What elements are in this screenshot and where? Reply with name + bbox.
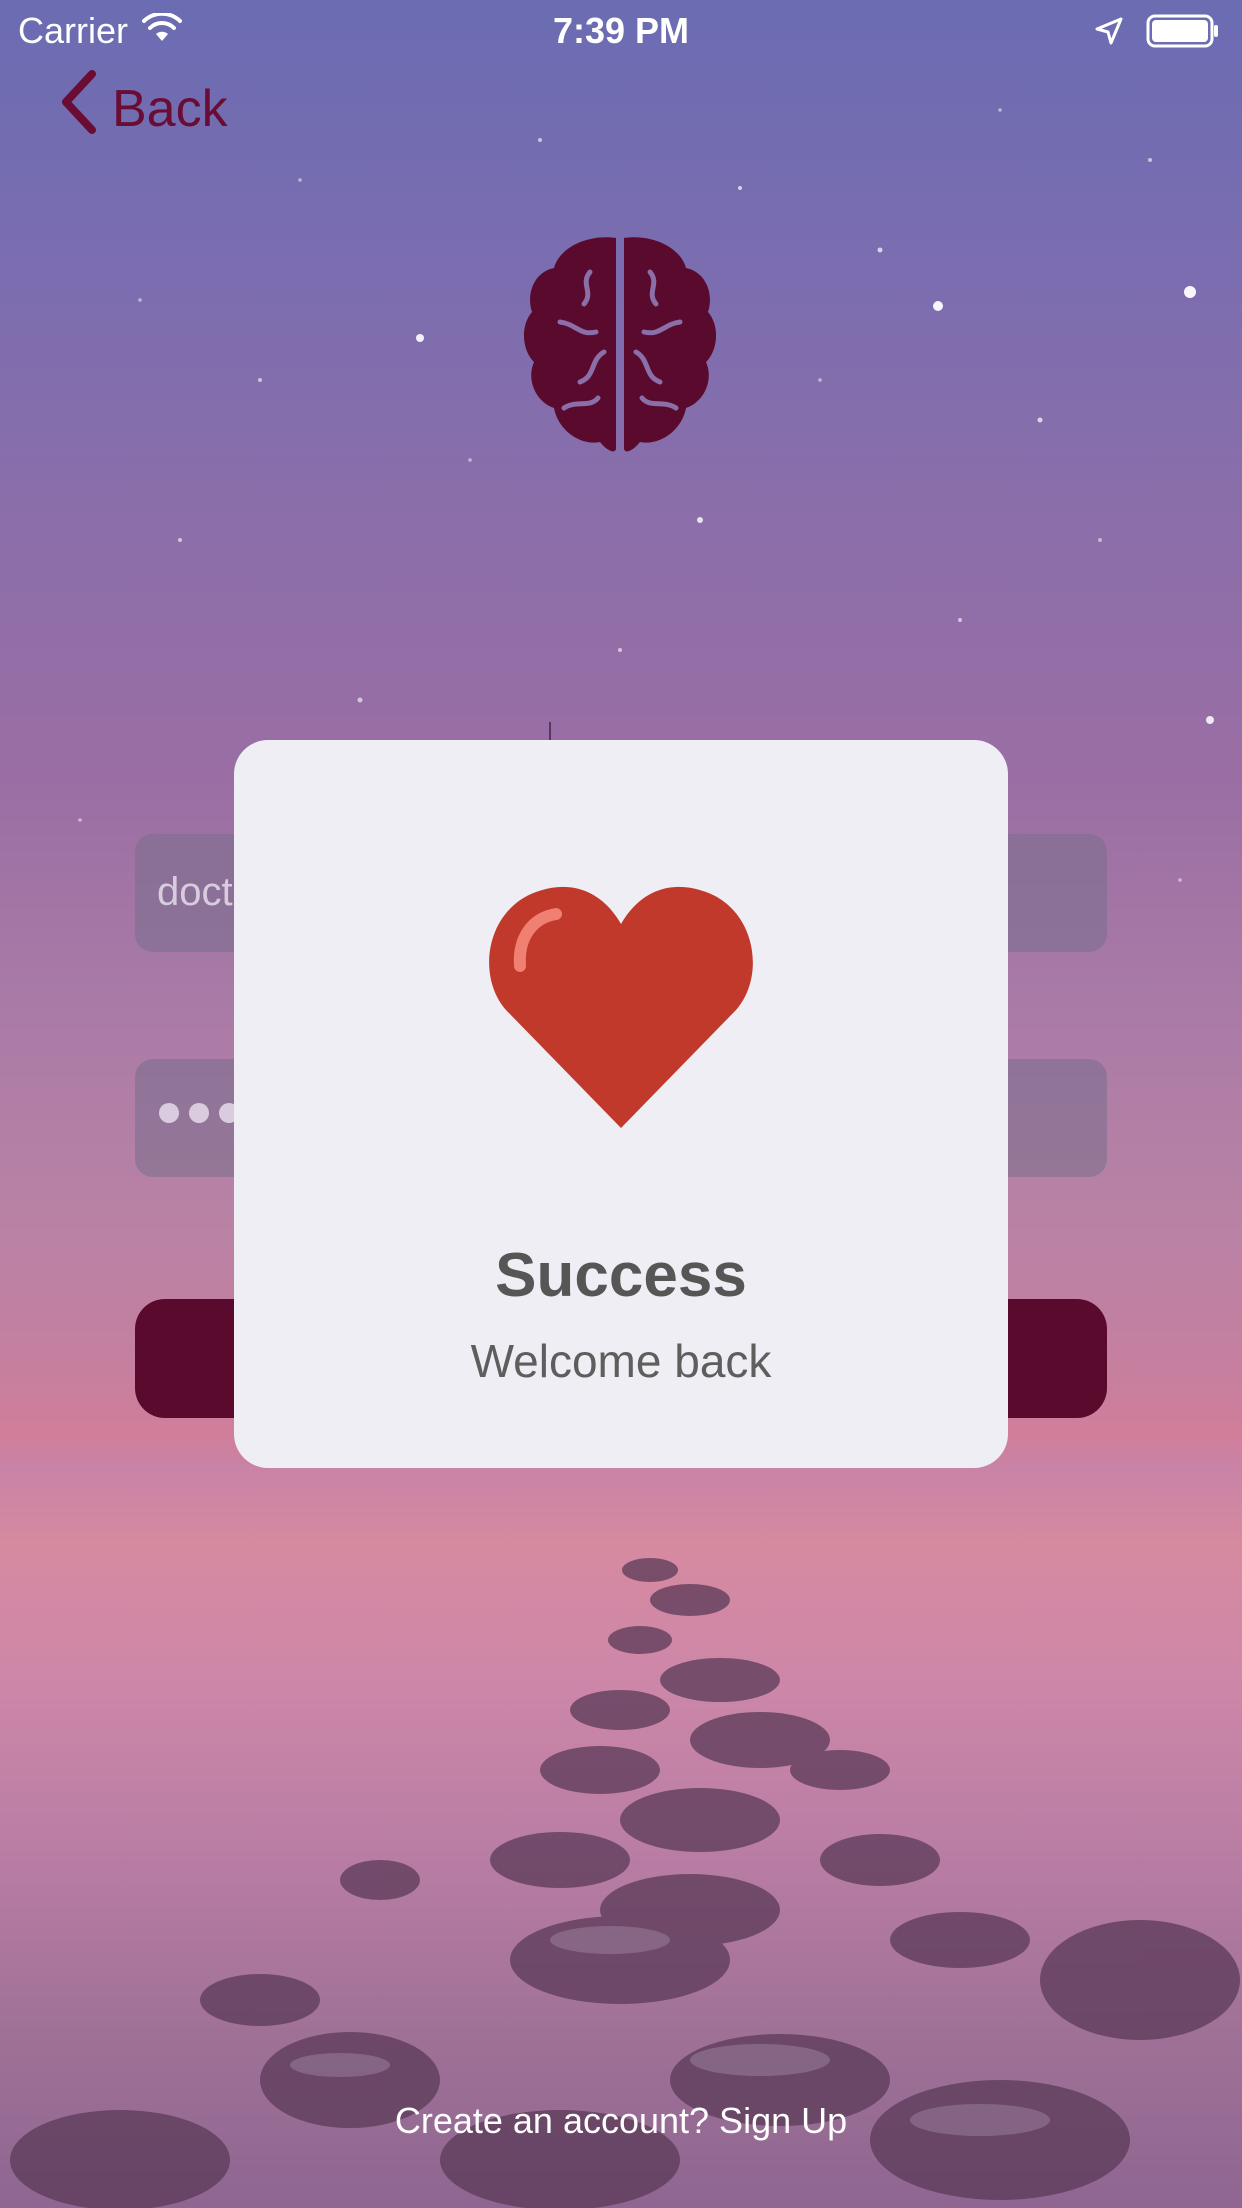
battery-icon [1146,14,1220,53]
signup-link[interactable]: Create an account? Sign Up [0,2100,1242,2142]
alert-title: Success [495,1241,747,1310]
status-right [1094,14,1220,53]
success-alert: Success Welcome back [234,740,1008,1468]
status-time: 7:39 PM [552,10,690,51]
back-button[interactable]: Back [58,70,228,147]
status-bar: Carrier 7:39 PM [0,0,1242,64]
email-field-value: doct [157,870,233,914]
chevron-left-icon [58,70,98,147]
password-dots [159,1103,239,1123]
back-label: Back [112,79,228,138]
brain-icon [523,237,717,452]
rocks-foreground [10,1558,1240,2208]
heart-icon [489,886,753,1128]
location-arrow-icon [1094,16,1124,51]
alert-message: Welcome back [470,1335,772,1387]
